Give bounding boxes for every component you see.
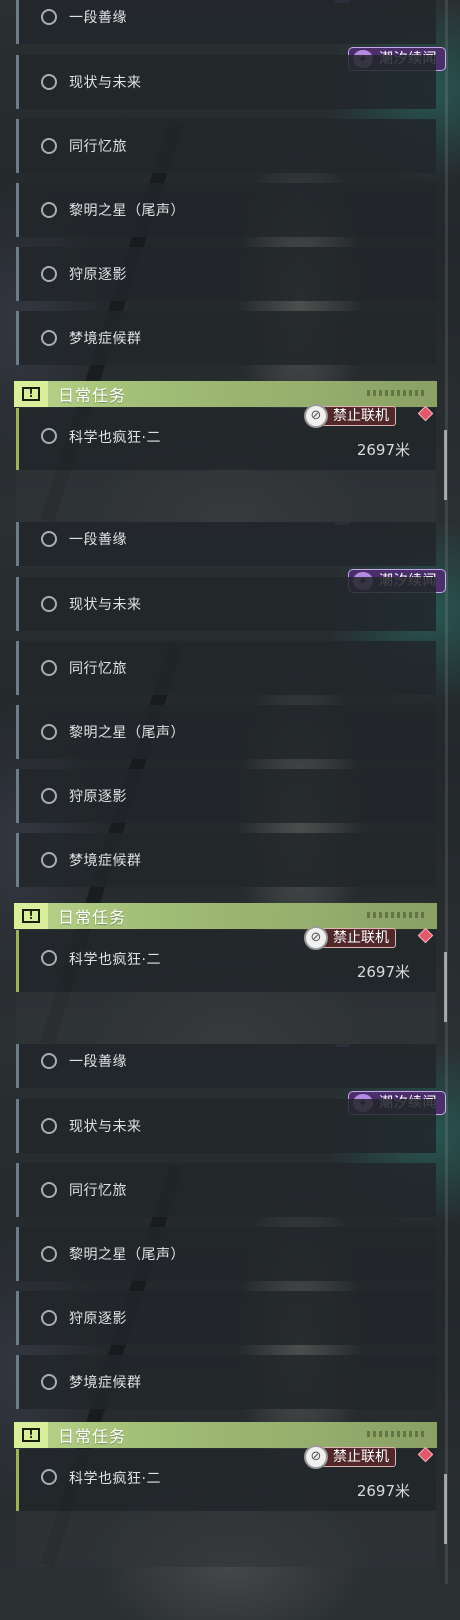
quest-row[interactable]: 同行忆旅 <box>16 119 436 173</box>
scrollbar-thumb[interactable] <box>444 952 447 1022</box>
quest-label: 一段善缘 <box>69 1054 127 1070</box>
quest-label: 科学也疯狂·二 <box>69 430 161 446</box>
quest-label: 科学也疯狂·二 <box>69 952 161 968</box>
partial-row <box>16 1511 436 1567</box>
quest-status-circle <box>41 852 57 868</box>
section-title: 日常任务 <box>58 1427 127 1446</box>
quest-distance: 2697米 <box>356 1482 410 1500</box>
quest-label: 现状与未来 <box>69 1119 142 1135</box>
quest-row[interactable]: 同行忆旅 <box>16 641 436 695</box>
section-title: 日常任务 <box>58 386 127 405</box>
section-decoration <box>367 912 425 918</box>
quest-status-circle <box>41 1374 57 1390</box>
quest-status-circle <box>41 1246 57 1262</box>
quest-status-circle <box>41 724 57 740</box>
quest-status-circle <box>41 138 57 154</box>
no-coop-badge: ⊘ 禁止联机 <box>304 926 404 950</box>
quest-status-circle <box>41 1182 57 1198</box>
quest-label: 梦境症候群 <box>69 1375 142 1391</box>
quest-label: 梦境症候群 <box>69 853 142 869</box>
quest-label: 黎明之星（尾声） <box>69 203 185 219</box>
no-coop-label: 禁止联机 <box>322 406 396 426</box>
quest-status-circle <box>41 788 57 804</box>
quest-row[interactable]: 狩原逐影 <box>16 247 436 301</box>
quest-label: 一段善缘 <box>69 10 127 26</box>
quest-row[interactable]: 狩原逐影 <box>16 769 436 823</box>
quest-label: 狩原逐影 <box>69 267 127 283</box>
quest-label: 同行忆旅 <box>69 1183 127 1199</box>
quest-panel-frame: 一段善缘 ✦ 潮汐续闻 现状与未来 同行忆旅 黎明之星（尾声） 狩原逐影 梦境症… <box>0 522 460 1062</box>
quest-distance: 2697米 <box>356 441 410 459</box>
no-coop-label: 禁止联机 <box>322 1447 396 1467</box>
no-coop-badge: ⊘ 禁止联机 <box>304 1445 404 1469</box>
quest-label: 狩原逐影 <box>69 789 127 805</box>
no-coop-icon: ⊘ <box>304 926 328 950</box>
quest-label: 狩原逐影 <box>69 1311 127 1327</box>
quest-row[interactable]: 同行忆旅 <box>16 1163 436 1217</box>
quest-status-circle <box>41 9 57 25</box>
quest-row[interactable]: 现状与未来 <box>16 55 436 109</box>
exclamation-icon: ! <box>14 1422 48 1448</box>
quest-status-circle <box>41 596 57 612</box>
no-coop-label: 禁止联机 <box>322 928 396 948</box>
quest-status-circle <box>41 531 57 547</box>
scrollbar-thumb[interactable] <box>444 1474 447 1544</box>
quest-status-circle <box>41 950 57 966</box>
quest-row[interactable]: 黎明之星（尾声） <box>16 705 436 759</box>
partial-row <box>16 470 436 526</box>
quest-status-circle <box>41 266 57 282</box>
quest-row[interactable]: 黎明之星（尾声） <box>16 183 436 237</box>
quest-row[interactable]: 黎明之星（尾声） <box>16 1227 436 1281</box>
quest-status-circle <box>41 1118 57 1134</box>
scrollbar-thumb[interactable] <box>444 430 447 500</box>
quest-panel-frame: 一段善缘 ✦ 潮汐续闻 现状与未来 同行忆旅 黎明之星（尾声） 狩原逐影 梦境症… <box>0 1044 460 1620</box>
no-coop-badge: ⊘ 禁止联机 <box>304 404 404 428</box>
quest-label: 同行忆旅 <box>69 661 127 677</box>
exclamation-icon: ! <box>14 903 48 929</box>
quest-status-circle <box>41 202 57 218</box>
quest-label: 现状与未来 <box>69 597 142 613</box>
quest-row[interactable]: 一段善缘 <box>16 522 436 566</box>
quest-status-circle <box>41 74 57 90</box>
quest-status-circle <box>41 660 57 676</box>
quest-row[interactable]: 一段善缘 <box>16 0 436 44</box>
quest-panel-frame: 一段善缘 ✦ 潮汐续闻 现状与未来 同行忆旅 黎明之星（尾声） 狩原逐影 梦境症… <box>0 0 460 540</box>
quest-distance: 2697米 <box>356 963 410 981</box>
section-decoration <box>367 390 425 396</box>
quest-row[interactable]: 现状与未来 <box>16 577 436 631</box>
quest-status-circle <box>41 1469 57 1485</box>
quest-label: 一段善缘 <box>69 532 127 548</box>
section-decoration <box>367 1431 425 1437</box>
section-title: 日常任务 <box>58 908 127 927</box>
quest-row[interactable]: 现状与未来 <box>16 1099 436 1153</box>
quest-label: 科学也疯狂·二 <box>69 1471 161 1487</box>
quest-status-circle <box>41 330 57 346</box>
quest-label: 同行忆旅 <box>69 139 127 155</box>
quest-label: 现状与未来 <box>69 75 142 91</box>
quest-label: 黎明之星（尾声） <box>69 725 185 741</box>
no-coop-icon: ⊘ <box>304 1445 328 1469</box>
quest-row[interactable]: 一段善缘 <box>16 1044 436 1088</box>
partial-row <box>16 992 436 1048</box>
quest-row[interactable]: 梦境症候群 <box>16 311 436 365</box>
exclamation-icon: ! <box>14 381 48 407</box>
quest-row[interactable]: 狩原逐影 <box>16 1291 436 1345</box>
quest-label: 黎明之星（尾声） <box>69 1247 185 1263</box>
quest-row[interactable]: 梦境症候群 <box>16 1355 436 1409</box>
quest-status-circle <box>41 428 57 444</box>
quest-row[interactable]: 梦境症候群 <box>16 833 436 887</box>
quest-status-circle <box>41 1053 57 1069</box>
no-coop-icon: ⊘ <box>304 404 328 428</box>
quest-status-circle <box>41 1310 57 1326</box>
quest-label: 梦境症候群 <box>69 331 142 347</box>
